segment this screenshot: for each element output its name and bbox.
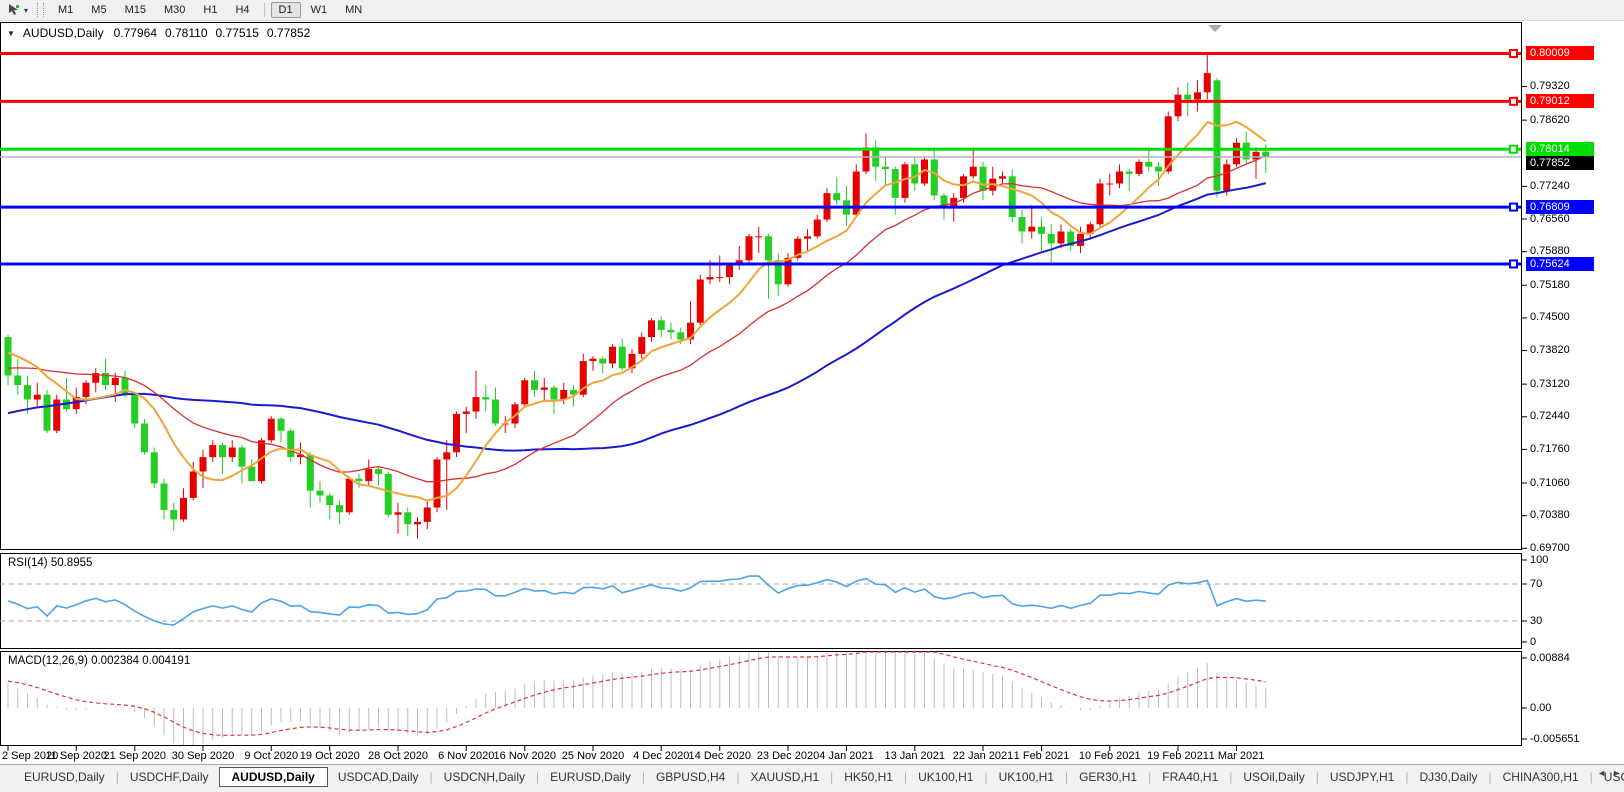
tab-scroll-left-icon[interactable]: ◄ [1597, 768, 1606, 778]
chart-tab-dj30-daily[interactable]: DJ30,Daily [1409, 768, 1487, 786]
date-label: 22 Jan 2021 [953, 750, 1014, 763]
macd-panel[interactable] [0, 651, 1522, 746]
chart-tab-china300-h1[interactable]: CHINA300,H1 [1493, 768, 1589, 786]
price-tick-label: 0.75880 [1530, 245, 1570, 258]
chart-tab-hk50-h1[interactable]: HK50,H1 [834, 768, 903, 786]
macd-label: MACD(12,26,9) 0.002384 0.004191 [8, 655, 190, 667]
date-label: 23 Dec 2020 [757, 750, 819, 763]
date-label: 1 Mar 2021 [1209, 750, 1265, 763]
date-label: 9 Oct 2020 [244, 750, 298, 763]
timeframe-button-h4[interactable]: H4 [227, 2, 257, 18]
chart-tab-ger30-h1[interactable]: GER30,H1 [1069, 768, 1147, 786]
chart-tab-gbpusd-h4[interactable]: GBPUSD,H4 [646, 768, 735, 786]
price-tick-label: 0.75180 [1530, 279, 1570, 292]
rsi-tick-label: 0 [1530, 636, 1536, 649]
chart-tab-fra40-h1[interactable]: FRA40,H1 [1152, 768, 1228, 786]
date-label: 6 Nov 2020 [438, 750, 494, 763]
timeframe-button-m1[interactable]: M1 [50, 2, 81, 18]
price-tick-label: 0.74500 [1530, 311, 1570, 324]
ohlc-high: 0.78110 [165, 26, 208, 40]
timeframe-button-d1[interactable]: D1 [271, 2, 301, 18]
ohlc-close: 0.77852 [267, 26, 310, 40]
macd-tick-label: 0.00884 [1530, 652, 1570, 665]
date-label: 4 Dec 2020 [633, 750, 689, 763]
macd-tick-label: -0.005651 [1530, 733, 1580, 746]
chart-tab-usoil-daily[interactable]: USOil,Daily [1233, 768, 1314, 786]
date-label: 13 Jan 2021 [884, 750, 945, 763]
price-tick-label: 0.72440 [1530, 410, 1570, 423]
chart-tab-audusd-daily[interactable]: AUDUSD,Daily [219, 767, 328, 787]
date-label: 30 Sep 2020 [172, 750, 234, 763]
timeframe-button-h1[interactable]: H1 [195, 2, 225, 18]
trading-app: ▾ M1M5M15M30H1H4 D1W1MN ▼ AUDUSD,Daily 0.… [0, 0, 1624, 792]
hline-price-label: 0.75624 [1526, 257, 1594, 271]
chart-shift-marker[interactable] [1208, 25, 1222, 32]
rsi-tick-label: 30 [1530, 615, 1542, 628]
date-label: 2 Sep 2020 [2, 750, 58, 763]
chart-tab-eurusd-daily[interactable]: EURUSD,Daily [540, 768, 641, 786]
price-tick-label: 0.79320 [1530, 80, 1570, 93]
price-tick-label: 0.73820 [1530, 344, 1570, 357]
current-price-label: 0.77852 [1526, 156, 1594, 170]
ohlc-low: 0.77515 [216, 26, 259, 40]
symbol-period-label: AUDUSD,Daily [23, 26, 104, 40]
chart-tab-xauusd-h1[interactable]: XAUUSD,H1 [740, 768, 829, 786]
date-label: 21 Sep 2020 [104, 750, 166, 763]
crosshair-tool-button[interactable]: ▾ [2, 1, 33, 19]
price-tick-label: 0.73120 [1530, 378, 1570, 391]
chart-tab-uk100-h1[interactable]: UK100,H1 [908, 768, 983, 786]
ohlc-open: 0.77964 [114, 26, 157, 40]
price-tick-label: 0.69700 [1530, 542, 1570, 555]
chart-tab-bar: EURUSD,Daily|USDCHF,DailyAUDUSD,DailyUSD… [0, 764, 1624, 788]
crosshair-tool-icon [7, 3, 21, 17]
chart-tab-usdchf-daily[interactable]: USDCHF,Daily [120, 768, 219, 786]
price-tick-label: 0.70380 [1530, 509, 1570, 522]
date-label: 10 Feb 2021 [1079, 750, 1141, 763]
date-label: 11 Sep 2020 [45, 750, 107, 763]
chart-header: ▼ AUDUSD,Daily 0.77964 0.78110 0.77515 0… [7, 26, 310, 40]
timeframe-button-w1[interactable]: W1 [303, 2, 336, 18]
macd-tick-label: 0.00 [1530, 702, 1551, 715]
rsi-tick-label: 70 [1530, 578, 1542, 591]
chart-tab-eurusd-daily[interactable]: EURUSD,Daily [14, 768, 115, 786]
timeframe-group: M1M5M15M30H1H4 D1W1MN [49, 2, 371, 18]
date-label: 4 Jan 2021 [819, 750, 873, 763]
date-label: 14 Dec 2020 [689, 750, 751, 763]
rsi-label: RSI(14) 50.8955 [8, 557, 92, 569]
chart-tab-uk100-h1[interactable]: UK100,H1 [989, 768, 1064, 786]
timeframe-button-m5[interactable]: M5 [83, 2, 114, 18]
date-label: 19 Feb 2021 [1147, 750, 1209, 763]
collapse-arrow-icon[interactable]: ▼ [7, 29, 15, 38]
chart-tab-usdcad-daily[interactable]: USDCAD,Daily [328, 768, 429, 786]
hline-price-label: 0.79012 [1526, 94, 1594, 108]
hline-price-label: 0.80009 [1526, 46, 1594, 60]
date-label: 1 Feb 2021 [1014, 750, 1070, 763]
top-toolbar: ▾ M1M5M15M30H1H4 D1W1MN [0, 0, 1624, 21]
price-tick-label: 0.77240 [1530, 180, 1570, 193]
timeframe-button-m15[interactable]: M15 [117, 2, 154, 18]
date-label: 28 Oct 2020 [368, 750, 428, 763]
main-chart-panel[interactable] [0, 22, 1522, 550]
price-tick-label: 0.71760 [1530, 443, 1570, 456]
chart-tab-usdcnh-daily[interactable]: USDCNH,Daily [434, 768, 535, 786]
price-tick-label: 0.76560 [1530, 213, 1570, 226]
rsi-tick-label: 100 [1530, 554, 1548, 567]
toolbar-grip[interactable] [37, 3, 44, 17]
timeframe-button-mn[interactable]: MN [337, 2, 370, 18]
date-label: 19 Oct 2020 [300, 750, 360, 763]
timeframe-button-m30[interactable]: M30 [156, 2, 193, 18]
tab-scroll-buttons: ◄ ► [1597, 768, 1621, 778]
date-label: 16 Nov 2020 [494, 750, 556, 763]
hline-price-label: 0.78014 [1526, 142, 1594, 156]
chart-tab-usdjpy-h1[interactable]: USDJPY,H1 [1320, 768, 1404, 786]
rsi-panel[interactable] [0, 553, 1522, 649]
hline-price-label: 0.76809 [1526, 200, 1594, 214]
toolbar-separator [264, 3, 265, 17]
tab-scroll-right-icon[interactable]: ► [1612, 768, 1621, 778]
price-tick-label: 0.78620 [1530, 114, 1570, 127]
tool-dropdown-caret[interactable]: ▾ [24, 6, 28, 15]
date-label: 25 Nov 2020 [562, 750, 624, 763]
bottom-strip [0, 788, 1624, 792]
price-tick-label: 0.71060 [1530, 477, 1570, 490]
